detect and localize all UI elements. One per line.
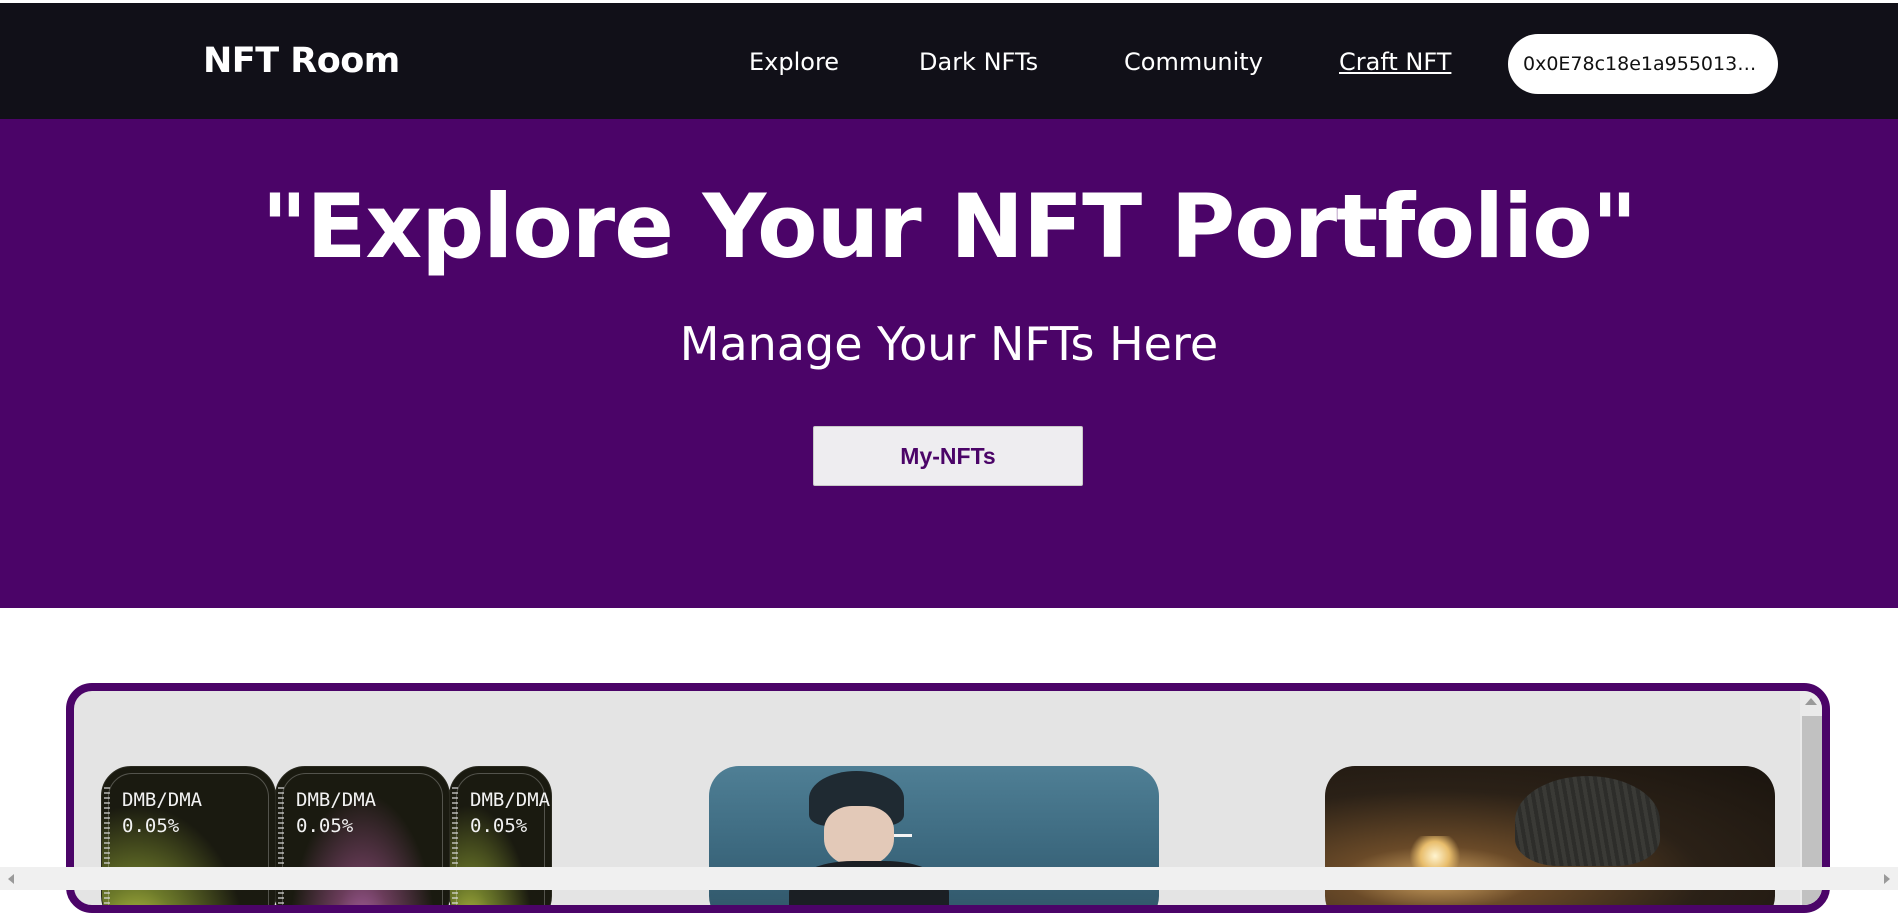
- nav-link-craft-nft[interactable]: Craft NFT: [1339, 48, 1451, 76]
- card-edge-text: [452, 787, 458, 905]
- my-nfts-button[interactable]: My-NFTs: [813, 426, 1083, 486]
- nft-card[interactable]: DMB/DMA 0.05%: [101, 766, 276, 905]
- scroll-up-arrow-icon[interactable]: [1805, 698, 1817, 705]
- hero-subtitle: Manage Your NFTs Here: [679, 317, 1219, 371]
- nft-pair-label: DMB/DMA: [122, 789, 203, 811]
- nft-card[interactable]: DMB/DMA 0.05%: [449, 766, 552, 905]
- hero-title: "Explore Your NFT Portfolio": [261, 175, 1637, 278]
- nft-image-card[interactable]: [709, 766, 1159, 905]
- top-navbar: NFT Room Explore Dark NFTs Community Cra…: [0, 0, 1898, 119]
- horizontal-scrollbar[interactable]: [0, 867, 1898, 890]
- nft-pair-label: DMB/DMA: [296, 789, 377, 811]
- wallet-address-button[interactable]: 0x0E78c18e1a9550130D2...: [1508, 34, 1778, 94]
- nft-card[interactable]: DMB/DMA 0.05%: [275, 766, 450, 905]
- nft-image-card[interactable]: [1325, 766, 1775, 905]
- nft-percent-label: 0.05%: [122, 815, 180, 837]
- figure-cap: [1515, 776, 1660, 866]
- nft-pair-label: DMB/DMA: [470, 789, 551, 811]
- hero-banner: "Explore Your NFT Portfolio" Manage Your…: [0, 119, 1898, 608]
- nav-link-community[interactable]: Community: [1124, 48, 1263, 76]
- nav-link-explore[interactable]: Explore: [749, 48, 839, 76]
- nft-percent-label: 0.05%: [296, 815, 354, 837]
- figure-face: [824, 806, 894, 866]
- figure-cigarette: [894, 834, 912, 837]
- scroll-left-arrow-icon[interactable]: [8, 874, 14, 884]
- card-edge-text: [278, 787, 284, 905]
- card-edge-text: [104, 787, 110, 905]
- nft-percent-label: 0.05%: [470, 815, 528, 837]
- scroll-right-arrow-icon[interactable]: [1884, 874, 1890, 884]
- brand-logo[interactable]: NFT Room: [203, 41, 400, 81]
- nav-link-dark-nfts[interactable]: Dark NFTs: [919, 48, 1038, 76]
